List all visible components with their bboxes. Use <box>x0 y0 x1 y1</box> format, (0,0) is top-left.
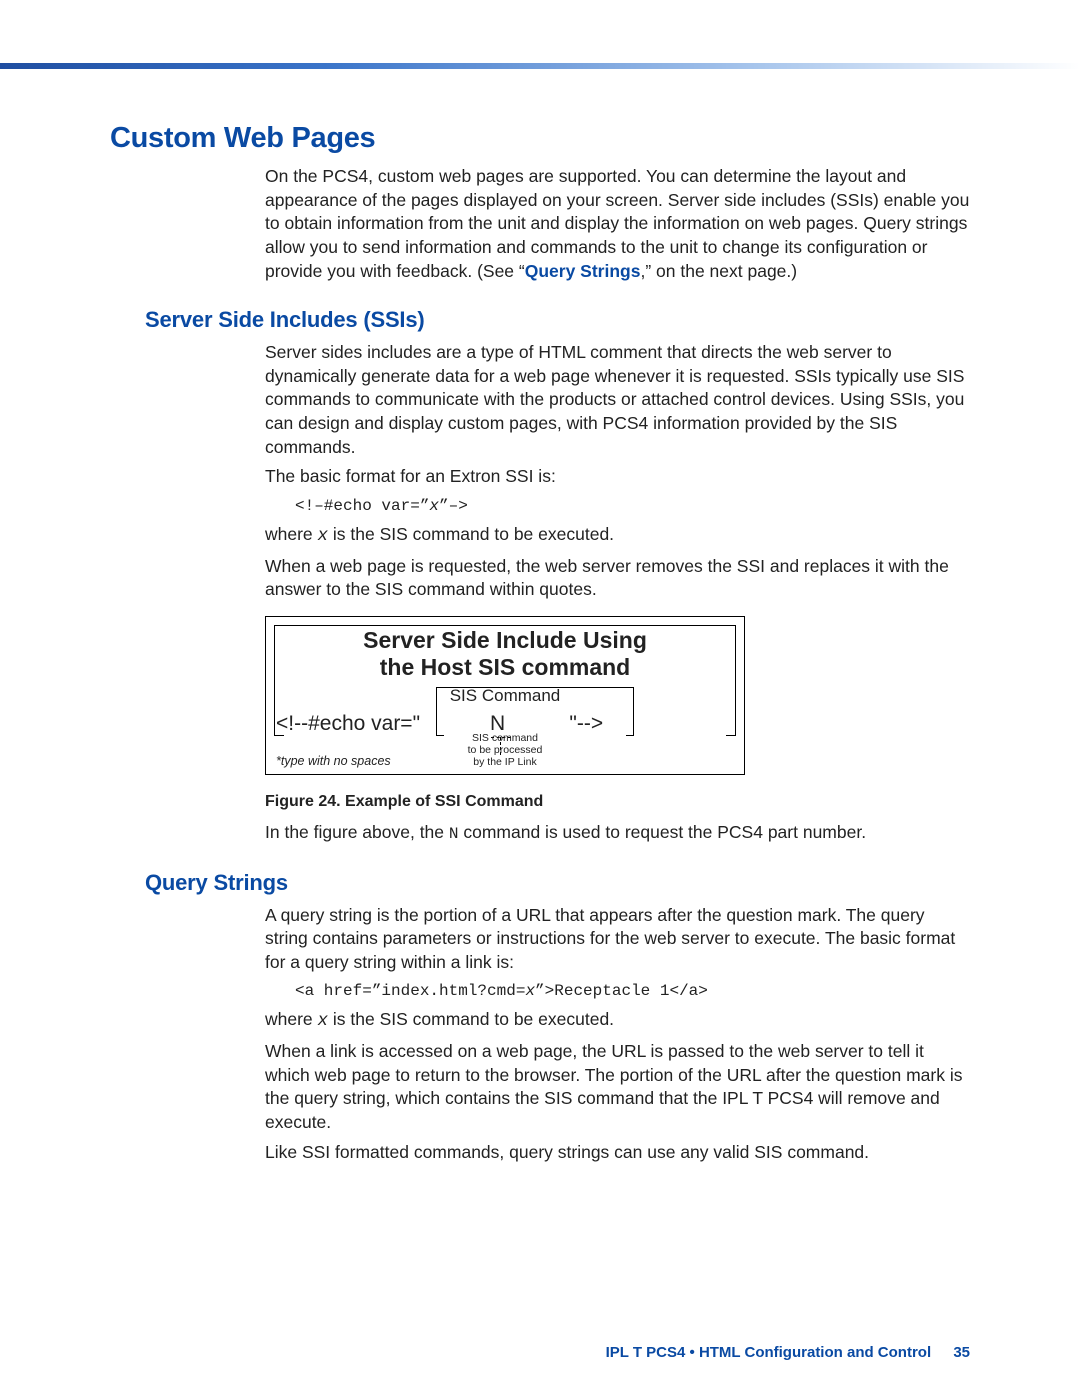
ssi-code-format: <!–#echo var=”x”–> <box>295 497 970 515</box>
qs-paragraph-4: Like SSI formatted commands, query strin… <box>265 1141 970 1165</box>
code-pre: <!–#echo var=” <box>295 497 429 515</box>
figure-title-line1: Server Side Include Using <box>363 627 647 653</box>
bracket-outer-right <box>735 625 736 735</box>
qs-code-format: <a href=”index.html?cmd=x”>Receptacle 1<… <box>295 982 970 1000</box>
qs-p2-post: is the SIS command to be executed. <box>328 1009 614 1029</box>
qs-paragraph-1: A query string is the portion of a URL t… <box>265 904 970 975</box>
ssi-paragraph-4: When a web page is requested, the web se… <box>265 555 970 602</box>
annot-l3: by the IP Link <box>473 756 536 768</box>
header-gradient-bar <box>0 63 1080 69</box>
heading-custom-web-pages: Custom Web Pages <box>110 122 970 155</box>
ssi-paragraph-3: where x is the SIS command to be execute… <box>265 523 970 549</box>
figure-title: Server Side Include Using the Host SIS c… <box>276 627 734 682</box>
figure-annotation: SIS command to be processed by the IP Li… <box>266 732 744 768</box>
qs-p2-var: x <box>318 1011 329 1031</box>
bracket-outer-top <box>274 625 736 626</box>
intro-text-b: ,” on the next page.) <box>640 261 797 281</box>
figure-sis-label: SIS Command <box>276 686 734 706</box>
p3-pre: where <box>265 524 318 544</box>
bracket-sis-left <box>436 687 437 735</box>
page-number: 35 <box>953 1344 970 1361</box>
p3-var: x <box>318 526 329 546</box>
ssi-paragraph-1: Server sides includes are a type of HTML… <box>265 341 970 459</box>
page-content: Custom Web Pages On the PCS4, custom web… <box>0 70 1080 1397</box>
p5-cmd: N <box>449 825 459 843</box>
bracket-sis-right <box>633 687 634 735</box>
code-post: ”–> <box>439 497 468 515</box>
qs-code-var: x <box>525 982 535 1000</box>
heading-ssi: Server Side Includes (SSIs) <box>145 307 970 333</box>
annot-l1: SIS command <box>472 732 538 744</box>
bracket-sis-label <box>436 687 634 688</box>
p5-pre: In the figure above, the <box>265 822 449 842</box>
figure-box: Server Side Include Using the Host SIS c… <box>265 616 745 775</box>
qs-code-post: ”>Receptacle 1</a> <box>535 982 708 1000</box>
footer-text: IPL T PCS4 • HTML Configuration and Cont… <box>606 1344 932 1361</box>
figure-24: Server Side Include Using the Host SIS c… <box>265 616 970 811</box>
query-strings-link[interactable]: Query Strings <box>525 261 641 281</box>
bracket-outer-left <box>274 625 275 735</box>
figure-caption: Figure 24. Example of SSI Command <box>265 793 970 811</box>
annot-l2: to be processed <box>468 744 543 756</box>
qs-paragraph-3: When a link is accessed on a web page, t… <box>265 1040 970 1135</box>
qs-paragraph-2: where x is the SIS command to be execute… <box>265 1008 970 1034</box>
page-footer: IPL T PCS4 • HTML Configuration and Cont… <box>606 1344 970 1361</box>
qs-code-pre: <a href=”index.html?cmd= <box>295 982 525 1000</box>
ssi-paragraph-5: In the figure above, the N command is us… <box>265 821 970 846</box>
code-var: x <box>429 497 439 515</box>
p3-post: is the SIS command to be executed. <box>328 524 614 544</box>
p5-post: command is used to request the PCS4 part… <box>459 822 867 842</box>
intro-paragraph: On the PCS4, custom web pages are suppor… <box>265 165 970 283</box>
heading-query-strings: Query Strings <box>145 870 970 896</box>
qs-p2-pre: where <box>265 1009 318 1029</box>
figure-title-line2: the Host SIS command <box>380 654 630 680</box>
ssi-paragraph-2: The basic format for an Extron SSI is: <box>265 465 970 489</box>
